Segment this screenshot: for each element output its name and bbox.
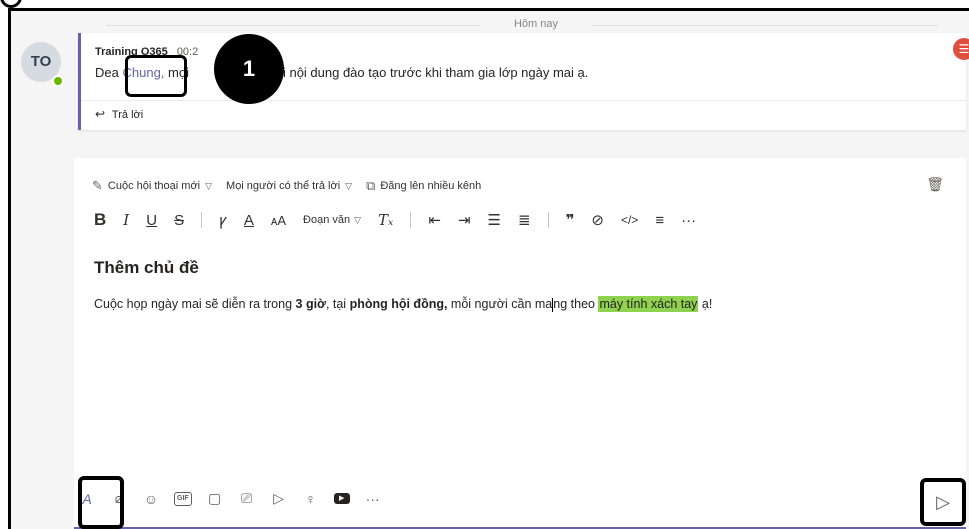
subject-field[interactable]: Thêm chủ đề — [94, 258, 199, 278]
quote-icon[interactable]: ❞ — [566, 211, 575, 229]
message-text-2: ck lại nội dung đào tạo trước khi tham g… — [256, 65, 589, 80]
video-icon[interactable]: ▶ — [333, 493, 350, 504]
schedule-send-icon[interactable]: ▷ — [270, 490, 288, 507]
emoji-icon[interactable]: ☺ — [142, 491, 160, 507]
bold-button[interactable]: B — [94, 210, 106, 230]
praise-icon[interactable]: ♀ — [302, 491, 320, 507]
send-button[interactable]: ▷ — [920, 478, 966, 526]
italic-button[interactable]: I — [123, 211, 129, 229]
reply-permission-label: Mọi người có thể trả lời — [226, 180, 341, 192]
compose-options-bar: ✎ Cuộc hội thoại mới ▽ Mọi người có thể … — [92, 178, 481, 194]
editor-text: ng theo — [553, 297, 599, 311]
font-color-button[interactable]: A — [244, 212, 254, 229]
reply-permission-dropdown[interactable]: Mọi người có thể trả lời ▽ — [226, 180, 352, 192]
app-logo — [0, 0, 24, 8]
paragraph-label: Đoạn văn — [303, 214, 351, 226]
message-greeting: Dea — [95, 65, 119, 80]
editor-text: mỗi người cần ma — [447, 297, 553, 311]
edit-icon: ✎ — [92, 178, 103, 193]
step-marker: 1 — [214, 34, 284, 104]
editor-text: , tại — [325, 297, 350, 311]
trash-icon[interactable]: 🗑 — [926, 176, 944, 193]
toolbar-separator — [547, 212, 549, 228]
new-conversation-label: Cuộc hội thoại mới — [107, 180, 201, 192]
sticker-icon[interactable]: ▢ — [206, 490, 224, 507]
toolbar-separator — [201, 212, 203, 228]
chevron-down-icon: ▽ — [205, 180, 213, 191]
decrease-indent-icon[interactable]: ⇤ — [428, 211, 441, 229]
copy-icon: ⧉ — [366, 178, 376, 193]
gif-icon[interactable]: GIF — [174, 491, 192, 506]
increase-indent-icon[interactable]: ⇥ — [458, 211, 471, 229]
chevron-down-icon: ▽ — [354, 214, 362, 225]
formatting-toolbar: B I U S ꝩ A ᴀA Đoạn văn ▽ Tₓ ⇤ ⇥ ☰ ≣ ❞ ⊘… — [94, 210, 696, 230]
underline-button[interactable]: U — [146, 212, 157, 229]
message-editor[interactable]: Cuộc họp ngày mai sẽ diễn ra trong 3 giờ… — [94, 296, 713, 312]
reply-button[interactable]: ↩ Trả lời — [95, 107, 143, 121]
post-multiple-channels-button[interactable]: ⧉ Đăng lên nhiều kênh — [366, 178, 481, 194]
reply-label: Trả lời — [111, 109, 144, 121]
new-conversation-toggle[interactable]: ✎ Cuộc hội thoại mới ▽ — [92, 178, 212, 194]
font-size-button[interactable]: ᴀA — [271, 213, 286, 228]
format-button-highlight-box — [78, 476, 124, 529]
highlighted-text: máy tính xách tay — [598, 296, 699, 312]
paragraph-dropdown[interactable]: Đoạn văn ▽ — [303, 214, 361, 226]
post-multiple-label: Đăng lên nhiều kênh — [380, 180, 482, 192]
presence-available-icon — [52, 75, 64, 87]
editor-text: Cuộc họp ngày mai sẽ diễn ra trong — [94, 297, 296, 311]
date-divider: Hôm nay — [481, 19, 591, 31]
editor-text: ạ! — [698, 297, 713, 311]
reply-arrow-icon: ↩ — [95, 107, 106, 121]
reaction-icon[interactable]: ☰ — [953, 38, 969, 60]
horizontal-rule-icon[interactable]: ≡ — [655, 212, 664, 229]
bulleted-list-icon[interactable]: ☰ — [488, 211, 501, 229]
editor-bold-text: phòng hội đồng, — [349, 297, 448, 311]
editor-bold-text: 3 giờ — [295, 297, 326, 311]
code-snippet-icon[interactable]: </> — [621, 213, 638, 227]
strikethrough-button[interactable]: S — [174, 212, 184, 229]
compose-box[interactable]: ✎ Cuộc hội thoại mới ▽ Mọi người có thể … — [74, 158, 966, 529]
mention-highlight-box — [125, 55, 187, 97]
send-icon: ▷ — [936, 491, 950, 512]
numbered-list-icon[interactable]: ≣ — [518, 211, 531, 229]
more-options-icon[interactable]: ··· — [681, 212, 696, 229]
highlight-button[interactable]: ꝩ — [219, 210, 227, 230]
meet-now-icon[interactable]: ⎚ — [238, 490, 256, 507]
toolbar-separator — [410, 212, 412, 228]
more-apps-icon[interactable]: ··· — [364, 491, 382, 507]
channel-message[interactable]: Training O365 00:2 Dea Chung, mọi ck lại… — [78, 33, 966, 130]
chevron-down-icon: ▽ — [345, 180, 353, 191]
reply-divider — [81, 100, 966, 101]
link-icon[interactable]: ⊘ — [591, 211, 604, 229]
clear-formatting-button[interactable]: Tₓ — [378, 211, 393, 229]
